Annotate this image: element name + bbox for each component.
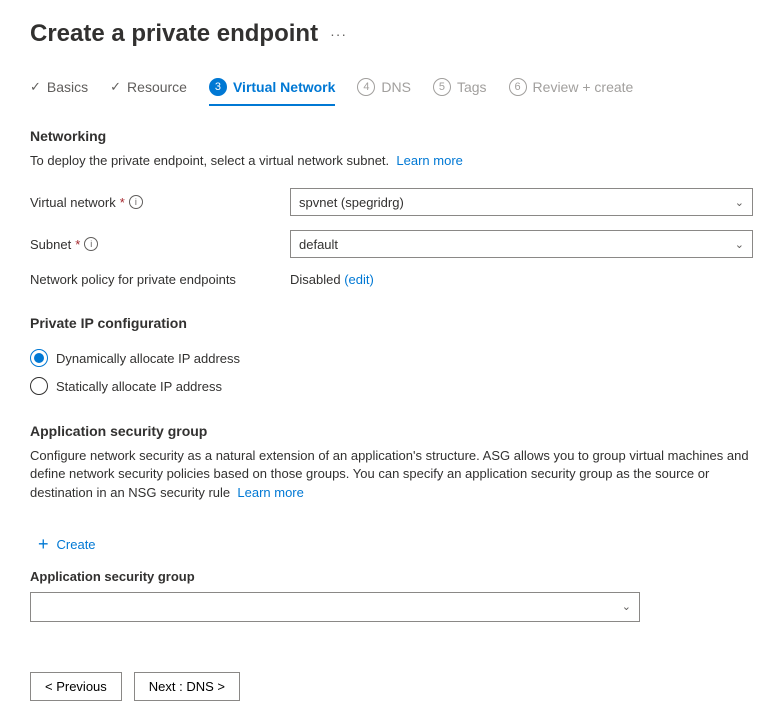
radio-icon (30, 377, 48, 395)
vnet-label: Virtual network * i (30, 195, 290, 210)
step-number-icon: 4 (357, 78, 375, 96)
chevron-down-icon: ⌄ (735, 238, 744, 251)
tab-resource[interactable]: ✓ Resource (110, 78, 187, 106)
create-asg-button[interactable]: + Create (38, 534, 96, 555)
tab-tags[interactable]: 5 Tags (433, 78, 487, 106)
tab-label: Resource (127, 79, 187, 95)
check-icon: ✓ (110, 79, 121, 95)
step-number-icon: 6 (509, 78, 527, 96)
edit-link[interactable]: (edit) (344, 272, 374, 287)
tab-label: Tags (457, 79, 487, 95)
radio-icon (30, 349, 48, 367)
section-title-networking: Networking (30, 128, 753, 144)
subnet-select[interactable]: default ⌄ (290, 230, 753, 258)
required-indicator: * (120, 195, 125, 210)
info-icon[interactable]: i (84, 237, 98, 251)
radio-label-dynamic: Dynamically allocate IP address (56, 351, 240, 366)
radio-label-static: Statically allocate IP address (56, 379, 222, 394)
tab-virtual-network[interactable]: 3 Virtual Network (209, 78, 335, 106)
radio-static-ip[interactable]: Statically allocate IP address (30, 377, 753, 395)
previous-button[interactable]: < Previous (30, 672, 122, 701)
wizard-tabs: ✓ Basics ✓ Resource 3 Virtual Network 4 … (30, 78, 753, 106)
tab-dns[interactable]: 4 DNS (357, 78, 411, 106)
tab-review-create[interactable]: 6 Review + create (509, 78, 634, 106)
network-policy-value: Disabled (edit) (290, 272, 374, 287)
chevron-down-icon: ⌄ (735, 196, 744, 209)
form-row-vnet: Virtual network * i spvnet (spegridrg) ⌄ (30, 188, 753, 216)
asg-section: Application security group Configure net… (30, 423, 753, 622)
network-policy-label: Network policy for private endpoints (30, 272, 290, 287)
asg-select[interactable]: ⌄ (30, 592, 640, 622)
section-desc-asg: Configure network security as a natural … (30, 447, 753, 502)
tab-label: Review + create (533, 79, 634, 95)
tab-label: DNS (381, 79, 411, 95)
asg-desc-text: Configure network security as a natural … (30, 448, 749, 499)
subnet-label: Subnet * i (30, 237, 290, 252)
networking-section: Networking To deploy the private endpoin… (30, 128, 753, 287)
create-label: Create (57, 537, 96, 552)
tab-label: Virtual Network (233, 79, 335, 95)
step-number-icon: 5 (433, 78, 451, 96)
vnet-select[interactable]: spvnet (spegridrg) ⌄ (290, 188, 753, 216)
plus-icon: + (38, 534, 49, 555)
wizard-footer: < Previous Next : DNS > (30, 672, 753, 701)
check-icon: ✓ (30, 79, 41, 95)
section-desc-networking: To deploy the private endpoint, select a… (30, 152, 753, 170)
info-icon[interactable]: i (129, 195, 143, 209)
chevron-down-icon: ⌄ (622, 600, 631, 613)
learn-more-link[interactable]: Learn more (396, 153, 462, 168)
tab-basics[interactable]: ✓ Basics (30, 78, 88, 106)
required-indicator: * (75, 237, 80, 252)
section-title-asg: Application security group (30, 423, 753, 439)
more-icon[interactable]: ··· (330, 26, 347, 42)
page-title: Create a private endpoint (30, 20, 318, 48)
tab-label: Basics (47, 79, 88, 95)
ip-config-section: Private IP configuration Dynamically all… (30, 315, 753, 395)
subnet-select-value: default (299, 237, 338, 252)
networking-desc-text: To deploy the private endpoint, select a… (30, 153, 389, 168)
subnet-label-text: Subnet (30, 237, 71, 252)
page-header: Create a private endpoint ··· (30, 20, 753, 48)
next-button[interactable]: Next : DNS > (134, 672, 240, 701)
radio-dynamic-ip[interactable]: Dynamically allocate IP address (30, 349, 753, 367)
learn-more-link[interactable]: Learn more (237, 485, 303, 500)
vnet-label-text: Virtual network (30, 195, 116, 210)
form-row-subnet: Subnet * i default ⌄ (30, 230, 753, 258)
section-title-ipconfig: Private IP configuration (30, 315, 753, 331)
policy-value-text: Disabled (290, 272, 341, 287)
asg-sub-label: Application security group (30, 569, 753, 584)
form-row-network-policy: Network policy for private endpoints Dis… (30, 272, 753, 287)
vnet-select-value: spvnet (spegridrg) (299, 195, 404, 210)
step-number-icon: 3 (209, 78, 227, 96)
